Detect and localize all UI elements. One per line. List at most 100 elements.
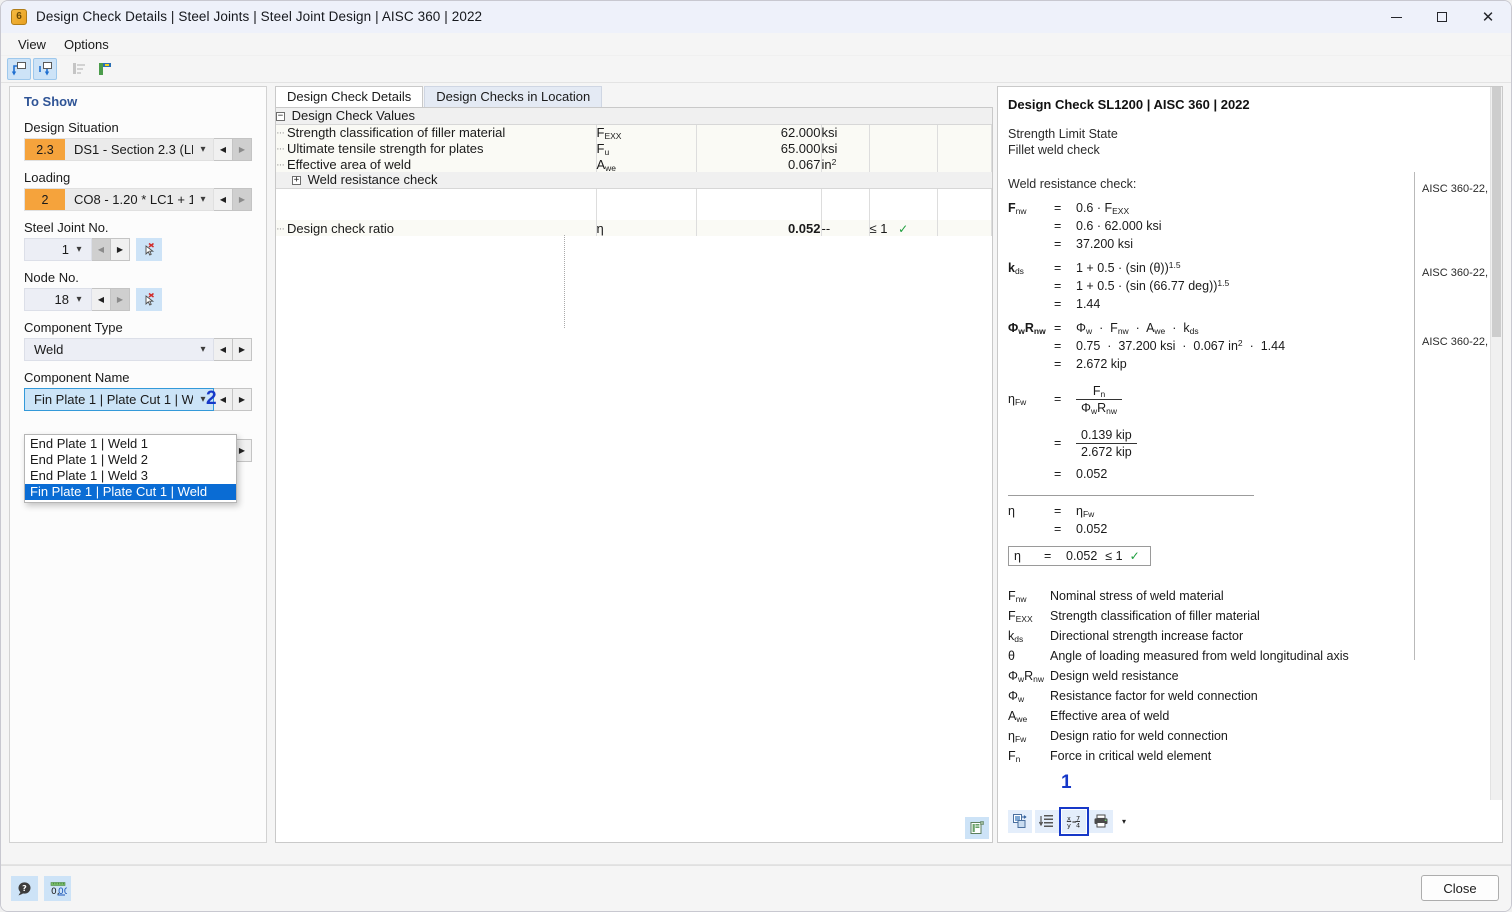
component-type-row: Weld ▾ ◀ ▶ bbox=[24, 338, 252, 361]
previous-detail-icon[interactable] bbox=[7, 58, 31, 80]
legend-description: Nominal stress of weld material bbox=[1050, 589, 1224, 603]
tree-subgroup-row[interactable]: + Weld resistance check bbox=[276, 172, 992, 189]
table-export-icon[interactable] bbox=[965, 817, 989, 839]
legend-row: θ Angle of loading measured from weld lo… bbox=[1008, 646, 1490, 666]
list-item[interactable]: End Plate 1 | Weld 3 bbox=[25, 468, 236, 484]
weld-resistance-section-title: Weld resistance check: bbox=[1008, 177, 1137, 191]
list-item[interactable]: End Plate 1 | Weld 1 bbox=[25, 436, 236, 452]
footer-bar: ? 0, 00 Close bbox=[1, 865, 1511, 911]
component-name-prev-button[interactable]: ◀ bbox=[214, 388, 233, 411]
tab-design-checks-in-location[interactable]: Design Checks in Location bbox=[424, 86, 603, 107]
node-pick-icon[interactable] bbox=[136, 288, 162, 311]
detail-subtitle-2: Fillet weld check bbox=[1008, 143, 1100, 157]
list-item[interactable]: End Plate 1 | Weld 2 bbox=[25, 452, 236, 468]
chevron-down-icon[interactable]: ▾ bbox=[1116, 810, 1132, 833]
design-check-values-tree: − Design Check Values ··· Strength classi… bbox=[275, 107, 993, 843]
equation-fnw: Fnw = 0.6 · FEXX = 0.6 · 62.000 ksi = 37.2… bbox=[1008, 201, 1162, 251]
tab-design-check-details[interactable]: Design Check Details bbox=[275, 86, 424, 107]
close-button[interactable]: Close bbox=[1421, 875, 1499, 901]
component-name-row: Fin Plate 1 | Plate Cut 1 | Weld ▾ ◀ ▶ bbox=[24, 388, 252, 411]
list-view-icon[interactable] bbox=[67, 58, 91, 80]
main-body: To Show Design Situation 2.3 DS1 - Secti… bbox=[1, 83, 1511, 865]
units-icon[interactable]: 0, 00 bbox=[44, 876, 71, 901]
menu-view[interactable]: View bbox=[9, 35, 55, 54]
component-type-label: Component Type bbox=[24, 320, 123, 335]
eq-line-sub: EXX bbox=[1112, 206, 1130, 216]
details-list-icon[interactable] bbox=[1035, 809, 1059, 833]
table-row[interactable]: ··· Effective area of weld Awe 0.067 in2 bbox=[276, 156, 992, 173]
steel-joint-prev-button[interactable]: ◀ bbox=[92, 238, 111, 261]
help-icon[interactable]: ? bbox=[11, 876, 38, 901]
component-name-dropdown-list[interactable]: End Plate 1 | Weld 1 End Plate 1 | Weld … bbox=[24, 434, 237, 503]
component-name-group: Component Name Fin Plate 1 | Plate Cut 1… bbox=[10, 370, 266, 411]
next-detail-icon[interactable] bbox=[33, 58, 57, 80]
detail-scrollbar[interactable] bbox=[1490, 87, 1502, 800]
node-next-button[interactable]: ▶ bbox=[111, 288, 130, 311]
expand-toggle-icon[interactable]: + bbox=[292, 176, 301, 186]
steel-joint-group: Steel Joint No. 1 ▾ ◀ ▶ bbox=[10, 220, 266, 261]
design-situation-combo[interactable]: 2.3 DS1 - Section 2.3 (LRFD), 1. ... ▾ bbox=[24, 138, 214, 161]
component-name-next-button[interactable]: ▶ bbox=[233, 388, 252, 411]
table-row[interactable]: ··· Strength classification of filler mat… bbox=[276, 124, 992, 141]
loading-prev-button[interactable]: ◀ bbox=[214, 188, 233, 211]
equation-kds: kds = 1 + 0.5 · (sin (θ))1.5 = 1 + 0.5 ·… bbox=[1008, 260, 1230, 311]
scrollbar-thumb[interactable] bbox=[1492, 87, 1501, 337]
loading-badge: 2 bbox=[25, 189, 65, 210]
legend-row: ηFw Design ratio for weld connection bbox=[1008, 729, 1228, 744]
row-label: Strength classification of filler materi… bbox=[287, 124, 506, 140]
component-type-combo[interactable]: Weld ▾ bbox=[24, 338, 214, 361]
to-show-heading: To Show bbox=[24, 94, 78, 109]
legend-row: ΦwRnw Design weld resistance bbox=[1008, 669, 1179, 684]
component-name-value: Fin Plate 1 | Plate Cut 1 | Weld bbox=[34, 392, 193, 407]
print-icon[interactable] bbox=[1089, 809, 1113, 833]
steel-joint-pick-icon[interactable] bbox=[136, 238, 162, 261]
row-unit: ksi bbox=[821, 124, 838, 140]
component-type-prev-button[interactable]: ◀ bbox=[214, 338, 233, 361]
reference-divider bbox=[1414, 172, 1415, 660]
eq-lhs-sub: nw bbox=[1015, 206, 1027, 216]
steel-joint-next-button[interactable]: ▶ bbox=[111, 238, 130, 261]
tree-group-row[interactable]: − Design Check Values bbox=[276, 108, 992, 125]
eq-line: 0.6 · F bbox=[1076, 201, 1113, 215]
ratio-value: 0.052 bbox=[787, 220, 821, 236]
chevron-down-icon[interactable]: ▾ bbox=[193, 344, 213, 355]
spacer-row bbox=[276, 188, 992, 204]
loading-value: CO8 - 1.20 * LC1 + 1.60 * LC4 bbox=[74, 192, 193, 207]
steel-joint-combo[interactable]: 1 ▾ bbox=[24, 238, 92, 261]
chevron-down-icon[interactable]: ▾ bbox=[193, 194, 213, 205]
node-combo[interactable]: 18 ▾ bbox=[24, 288, 92, 311]
chevron-down-icon[interactable]: ▾ bbox=[193, 144, 213, 155]
chevron-down-icon[interactable]: ▾ bbox=[69, 244, 89, 255]
table-row[interactable]: ··· Ultimate tensile strength for plates … bbox=[276, 140, 992, 157]
loading-next-button[interactable]: ▶ bbox=[233, 188, 252, 211]
legend-symbol-sub: n bbox=[1015, 754, 1021, 764]
chevron-down-icon[interactable]: ▾ bbox=[69, 294, 89, 305]
design-check-ratio-row[interactable]: ··· Design check ratio η 0.052 -- ≤ 1 ✓ bbox=[276, 220, 992, 236]
maximize-button[interactable] bbox=[1419, 1, 1465, 33]
list-item-selected[interactable]: Fin Plate 1 | Plate Cut 1 | Weld bbox=[25, 484, 236, 500]
component-type-next-button[interactable]: ▶ bbox=[233, 338, 252, 361]
design-situation-next-button[interactable]: ▶ bbox=[233, 138, 252, 161]
eq-line: 1 + 0.5 · (sin (θ)) bbox=[1076, 261, 1169, 275]
graphics-icon[interactable] bbox=[93, 58, 117, 80]
component-name-combo[interactable]: Fin Plate 1 | Plate Cut 1 | Weld ▾ bbox=[24, 388, 214, 411]
annotation-marker-1: 1 bbox=[1061, 772, 1072, 793]
legend-description: Design ratio for weld connection bbox=[1050, 729, 1228, 743]
loading-combo[interactable]: 2 CO8 - 1.20 * LC1 + 1.60 * LC4 ▾ bbox=[24, 188, 214, 211]
ratio-symbol: η bbox=[596, 220, 604, 236]
node-group: Node No. 18 ▾ ◀ ▶ bbox=[10, 270, 266, 311]
copy-to-clipboard-icon[interactable] bbox=[1008, 809, 1032, 833]
detail-report-panel: Design Check SL1200 | AISC 360 | 2022 St… bbox=[997, 86, 1503, 843]
close-window-button[interactable]: ✕ bbox=[1465, 1, 1511, 33]
eq-line: 37.200 ksi bbox=[1076, 237, 1133, 251]
subgroup-label: Weld resistance check bbox=[307, 172, 438, 188]
legend-row: kds Directional strength increase factor bbox=[1008, 629, 1244, 644]
design-situation-prev-button[interactable]: ◀ bbox=[214, 138, 233, 161]
node-prev-button[interactable]: ◀ bbox=[92, 288, 111, 311]
row-value: 62.000 bbox=[780, 124, 821, 140]
show-formulas-icon[interactable]: x y = 7 4 bbox=[1059, 806, 1089, 836]
node-row: 18 ▾ ◀ ▶ bbox=[24, 288, 252, 311]
collapse-toggle-icon[interactable]: − bbox=[276, 112, 285, 122]
menu-options[interactable]: Options bbox=[55, 35, 118, 54]
minimize-button[interactable] bbox=[1373, 1, 1419, 33]
